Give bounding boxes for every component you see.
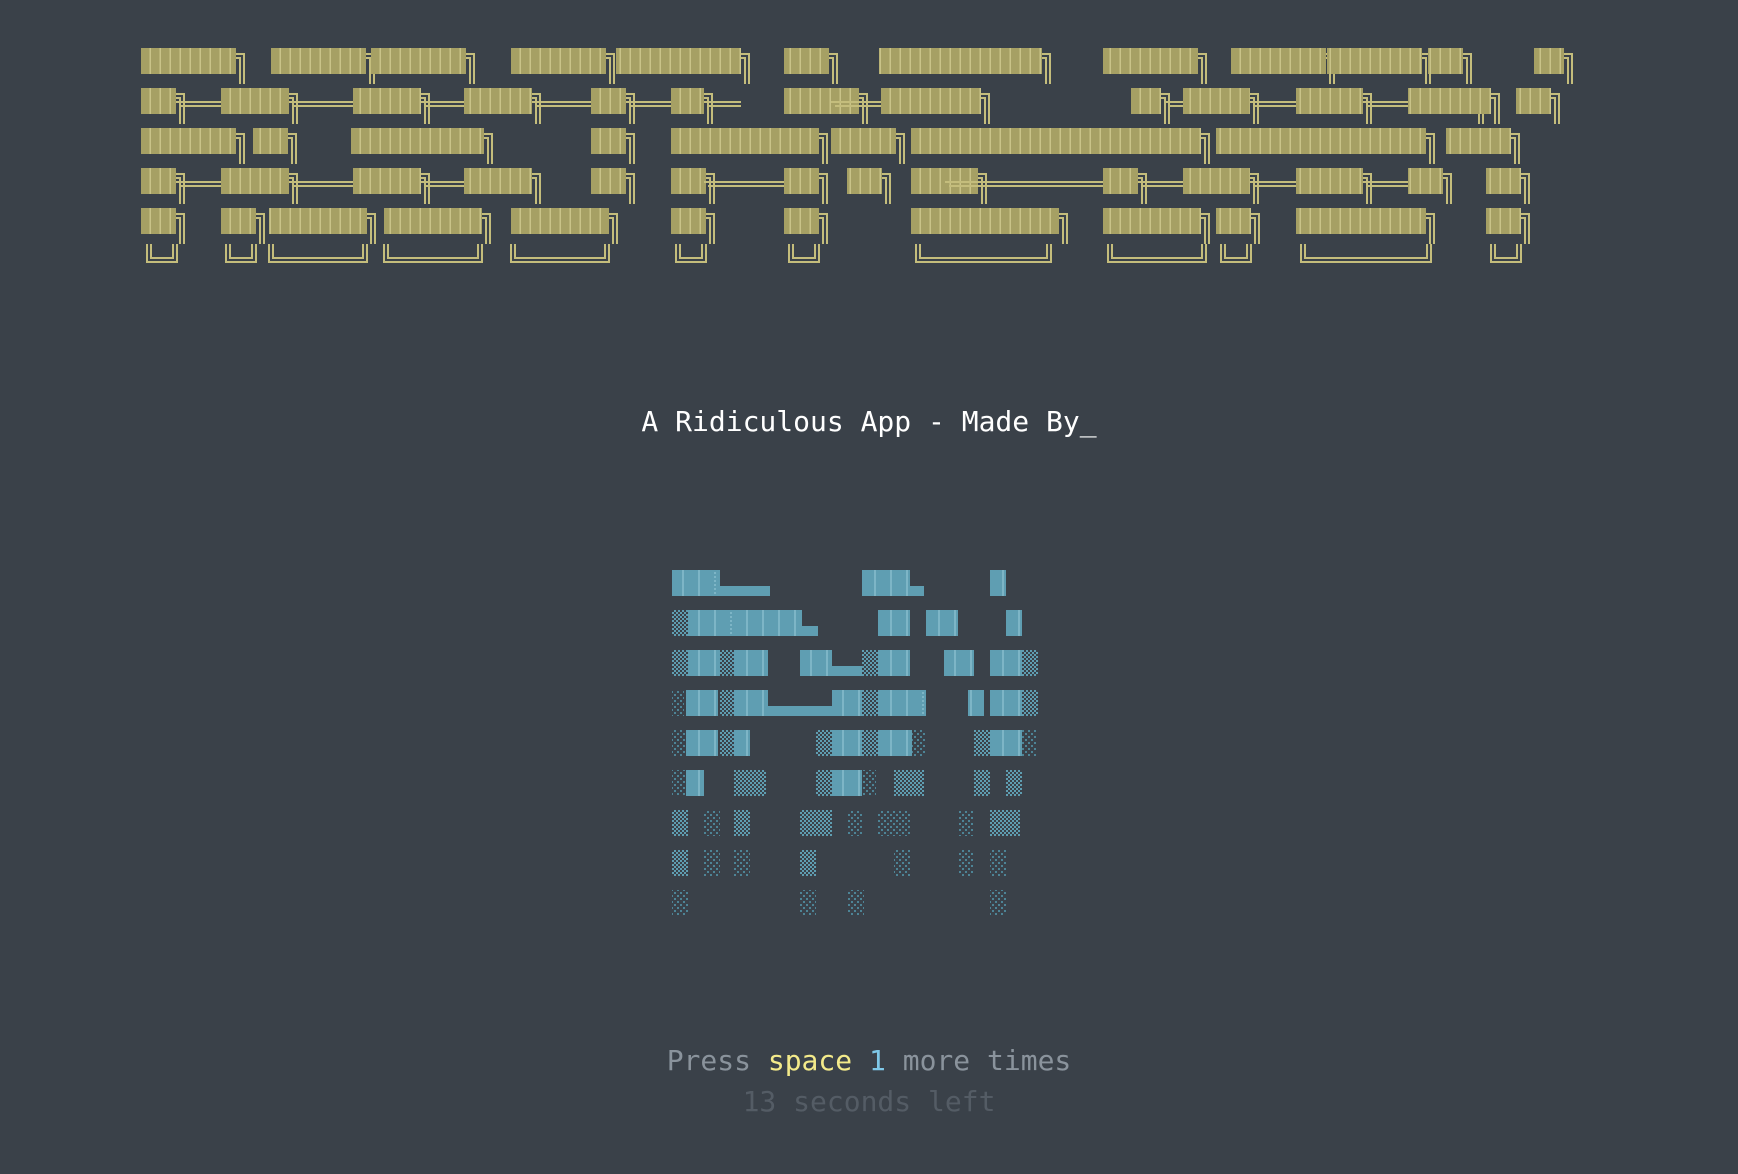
ascii-art-banner-icon (141, 48, 1573, 263)
countdown-timer: 13 seconds left (742, 1085, 996, 1118)
press-space-prompt: Press space 1 more times (0, 1043, 1738, 1079)
prompt-key: space (767, 1044, 853, 1077)
ascii-art-logo-icon (672, 570, 1038, 916)
prompt-count: 1 (869, 1044, 886, 1077)
terminal-window: A Ridiculous App - Made By_ Press space … (0, 0, 1738, 1174)
subtitle: A Ridiculous App - Made By_ (0, 404, 1738, 440)
prompt-suffix: more times (885, 1044, 1072, 1077)
text-cursor: _ (1079, 405, 1097, 438)
subtitle-text: A Ridiculous App - Made By (641, 405, 1080, 438)
prompt-prefix: Press (666, 1044, 768, 1077)
